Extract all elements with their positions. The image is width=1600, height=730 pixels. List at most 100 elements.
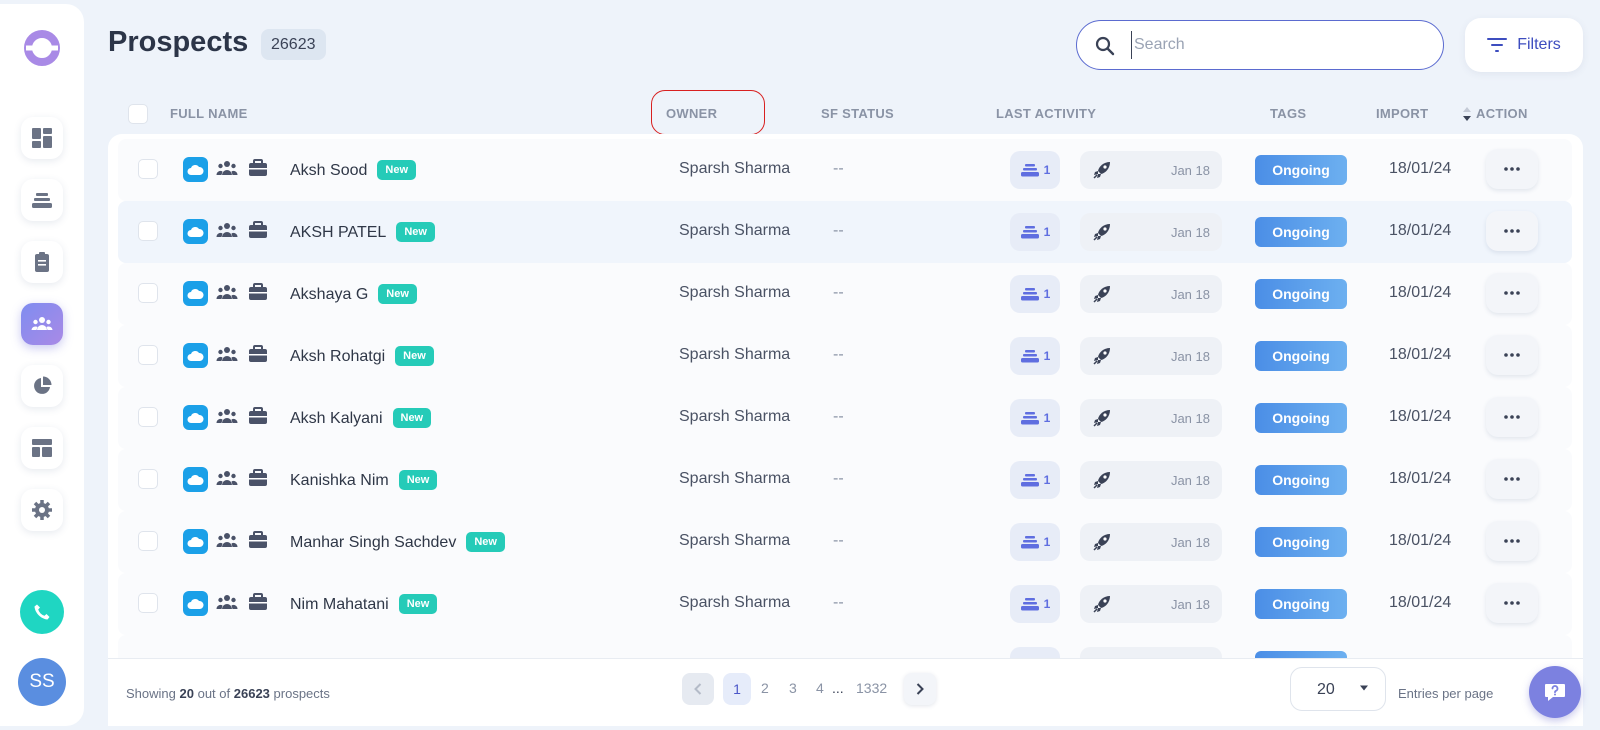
sequence-count-chip[interactable]: 1 (1010, 399, 1060, 437)
prospect-name[interactable]: Aksh Rohatgi New (290, 346, 434, 366)
table-row[interactable]: Manhar Singh Sachdev New Sparsh Sharma --… (118, 511, 1572, 573)
column-owner[interactable]: OWNER (666, 106, 717, 121)
last-activity-chip[interactable]: Jan 18 (1080, 213, 1222, 251)
table-row[interactable]: Akshaya G New Sparsh Sharma -- 1 Jan 18 O… (118, 263, 1572, 325)
table-row[interactable]: Aksh Rohatgi New Sparsh Sharma -- 1 Jan 1… (118, 325, 1572, 387)
column-last-activity[interactable]: LAST ACTIVITY (996, 106, 1096, 121)
team-icon[interactable] (216, 345, 238, 363)
table-row[interactable]: AKSH PATEL New Sparsh Sharma -- 1 Jan 18 … (118, 201, 1572, 263)
tag-ongoing[interactable]: Ongoing (1255, 527, 1347, 557)
team-icon[interactable] (216, 159, 238, 177)
column-tags[interactable]: TAGS (1270, 106, 1306, 121)
row-action-button[interactable] (1486, 583, 1538, 623)
team-icon[interactable] (216, 531, 238, 549)
prospect-name[interactable]: Manhar Singh Sachdev New (290, 532, 505, 552)
row-checkbox[interactable] (138, 283, 158, 303)
help-chat-button[interactable] (1529, 666, 1581, 718)
nav-dashboard-button[interactable] (21, 117, 63, 159)
row-checkbox[interactable] (138, 159, 158, 179)
salesforce-icon[interactable] (183, 405, 208, 430)
nav-reports-button[interactable] (21, 365, 63, 407)
prospect-name[interactable]: Aksh Kalyani New (290, 408, 432, 428)
tag-ongoing[interactable]: Ongoing (1255, 465, 1347, 495)
row-action-button[interactable] (1486, 149, 1538, 189)
nav-tasks-button[interactable] (21, 241, 63, 283)
sequence-count-chip[interactable]: 1 (1010, 213, 1060, 251)
last-activity-chip[interactable]: Jan 18 (1080, 337, 1222, 375)
pagination-last-page[interactable]: 1332 (856, 680, 887, 696)
prospect-name[interactable]: Akshaya G New (290, 284, 417, 304)
last-activity-chip[interactable]: Jan 18 (1080, 523, 1222, 561)
select-all-checkbox[interactable] (128, 104, 148, 124)
salesforce-icon[interactable] (183, 157, 208, 182)
briefcase-icon[interactable] (248, 159, 268, 177)
salesforce-icon[interactable] (183, 343, 208, 368)
last-activity-chip[interactable]: Jan 18 (1080, 275, 1222, 313)
briefcase-icon[interactable] (248, 531, 268, 549)
team-icon[interactable] (216, 593, 238, 611)
row-action-button[interactable] (1486, 273, 1538, 313)
team-icon[interactable] (216, 469, 238, 487)
prospect-name[interactable]: AKSH PATEL New (290, 222, 435, 242)
tag-ongoing[interactable]: Ongoing (1255, 217, 1347, 247)
briefcase-icon[interactable] (248, 469, 268, 487)
pagination-page-2[interactable]: 2 (761, 680, 769, 696)
entries-per-page-select[interactable]: 20 (1290, 667, 1386, 711)
briefcase-icon[interactable] (248, 593, 268, 611)
row-action-button[interactable] (1486, 521, 1538, 561)
briefcase-icon[interactable] (248, 407, 268, 425)
table-row[interactable]: Kanishka Nim New Sparsh Sharma -- 1 Jan 1… (118, 449, 1572, 511)
prospect-name[interactable]: Kanishka Nim New (290, 470, 438, 490)
row-checkbox[interactable] (138, 221, 158, 241)
salesforce-icon[interactable] (183, 467, 208, 492)
team-icon[interactable] (216, 407, 238, 425)
tag-ongoing[interactable]: Ongoing (1255, 279, 1347, 309)
tag-ongoing[interactable]: Ongoing (1255, 589, 1347, 619)
sequence-count-chip[interactable]: 1 (1010, 337, 1060, 375)
briefcase-icon[interactable] (248, 283, 268, 301)
sequence-count-chip[interactable]: 1 (1010, 275, 1060, 313)
prospect-name[interactable]: Aksh Sood New (290, 160, 417, 180)
last-activity-chip[interactable]: Jan 18 (1080, 399, 1222, 437)
row-checkbox[interactable] (138, 407, 158, 427)
last-activity-chip[interactable]: Jan 18 (1080, 461, 1222, 499)
sequence-count-chip[interactable]: 1 (1010, 523, 1060, 561)
row-checkbox[interactable] (138, 593, 158, 613)
briefcase-icon[interactable] (248, 345, 268, 363)
app-logo[interactable] (22, 28, 62, 68)
row-action-button[interactable] (1486, 211, 1538, 251)
salesforce-icon[interactable] (183, 219, 208, 244)
nav-settings-button[interactable] (21, 489, 63, 531)
table-row[interactable]: Aksh Kalyani New Sparsh Sharma -- 1 Jan 1… (118, 387, 1572, 449)
prospect-name[interactable]: Nim Mahatani New (290, 594, 438, 614)
tag-ongoing[interactable]: Ongoing (1255, 341, 1347, 371)
row-action-button[interactable] (1486, 397, 1538, 437)
table-row[interactable]: Aksh Sood New Sparsh Sharma -- 1 Jan 18 O… (118, 139, 1572, 201)
nav-templates-button[interactable] (21, 427, 63, 469)
salesforce-icon[interactable] (183, 281, 208, 306)
pagination-page-1[interactable]: 1 (723, 673, 751, 705)
pagination-page-4[interactable]: 4 (816, 680, 824, 696)
nav-prospects-button[interactable] (21, 303, 63, 345)
filters-button[interactable]: Filters (1465, 18, 1583, 72)
search-input[interactable] (1131, 31, 1421, 59)
phone-button[interactable] (20, 590, 64, 634)
pagination-prev-button[interactable] (682, 673, 714, 705)
column-full-name[interactable]: FULL NAME (170, 106, 248, 121)
row-checkbox[interactable] (138, 531, 158, 551)
team-icon[interactable] (216, 221, 238, 239)
sort-icon[interactable] (1462, 105, 1472, 123)
row-action-button[interactable] (1486, 335, 1538, 375)
search-bar[interactable] (1076, 20, 1444, 70)
row-checkbox[interactable] (138, 469, 158, 489)
tag-ongoing[interactable]: Ongoing (1255, 155, 1347, 185)
salesforce-icon[interactable] (183, 529, 208, 554)
pagination-page-3[interactable]: 3 (789, 680, 797, 696)
tag-ongoing[interactable]: Ongoing (1255, 403, 1347, 433)
nav-sequences-button[interactable] (21, 179, 63, 221)
sequence-count-chip[interactable]: 1 (1010, 461, 1060, 499)
avatar[interactable]: SS (18, 658, 66, 706)
column-sf-status[interactable]: SF STATUS (821, 106, 894, 121)
salesforce-icon[interactable] (183, 591, 208, 616)
row-action-button[interactable] (1486, 459, 1538, 499)
